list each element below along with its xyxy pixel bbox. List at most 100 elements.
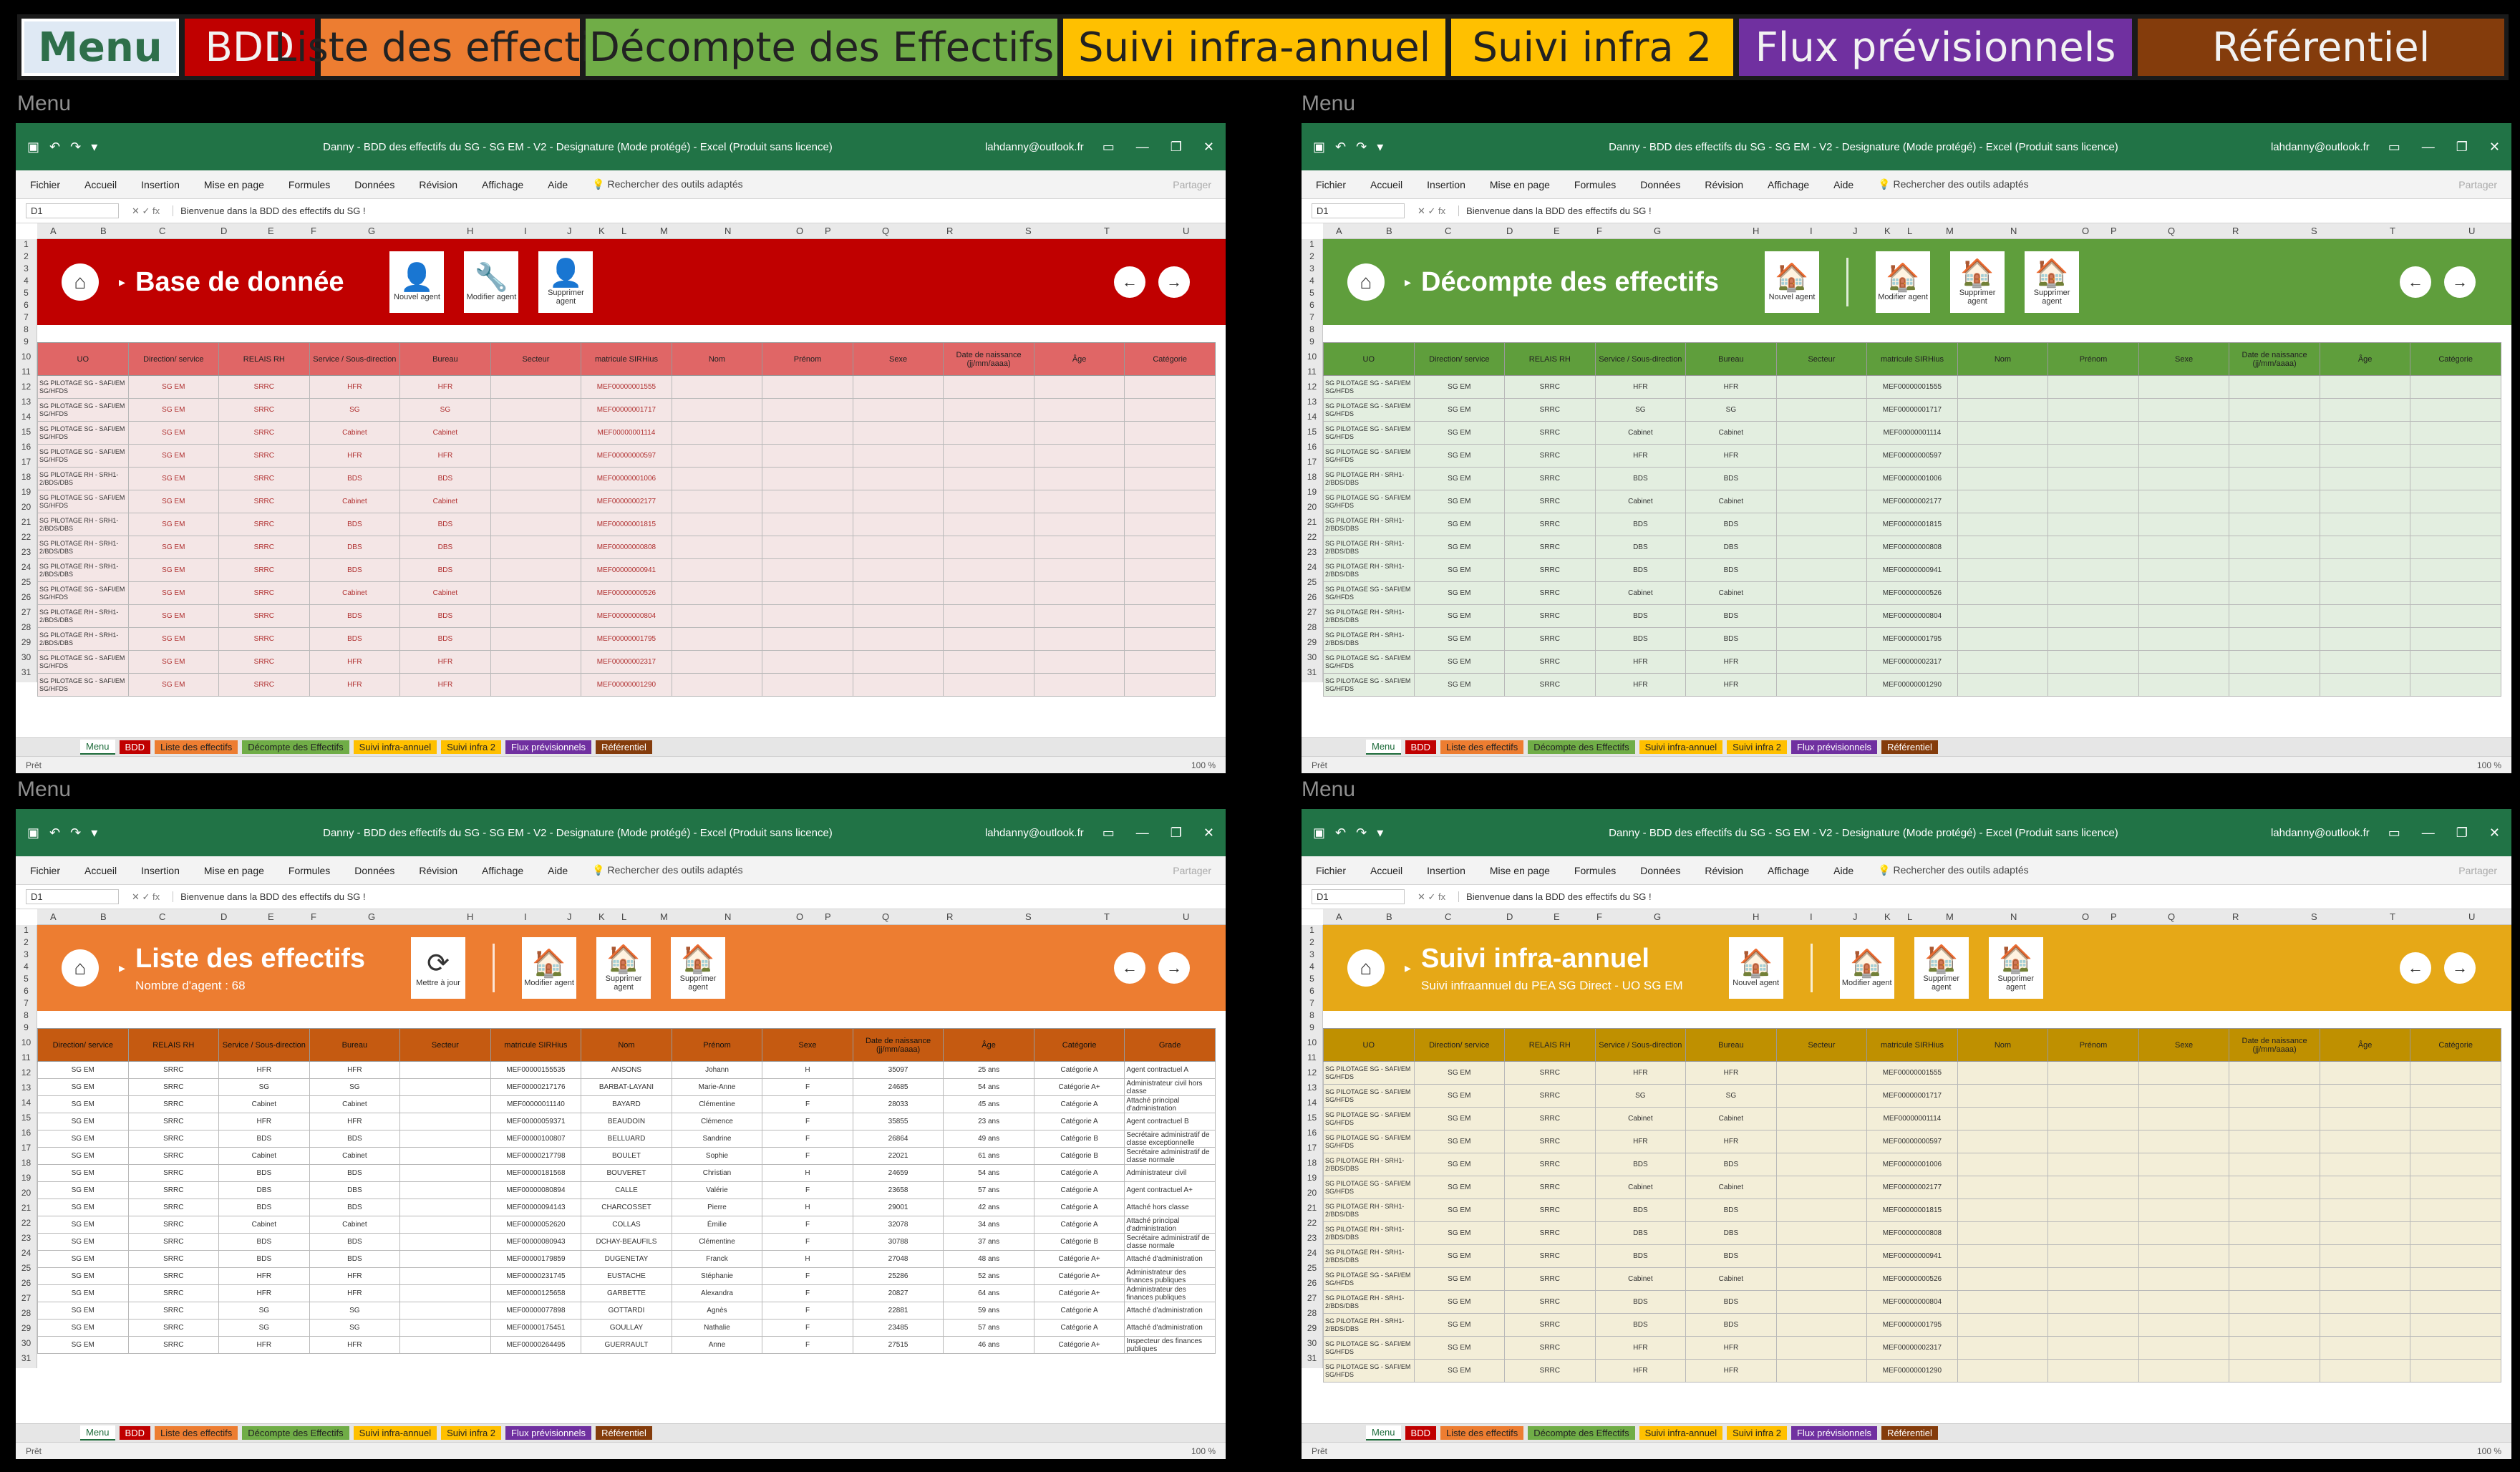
table-cell[interactable]: SG EM	[1413, 398, 1506, 422]
column-header[interactable]: D	[220, 226, 227, 236]
formula-input[interactable]: Bienvenue dans la BDD des effectifs du S…	[1458, 205, 2501, 216]
column-header[interactable]: A	[50, 911, 57, 922]
table-cell[interactable]: MEF00000011140	[490, 1095, 582, 1113]
row-header[interactable]: 3	[1302, 263, 1322, 276]
ribbon-tab[interactable]: Révision	[1705, 179, 1743, 190]
table-cell[interactable]: SG EM	[37, 1284, 129, 1302]
table-cell[interactable]: HFR	[1685, 1336, 1777, 1360]
table-cell[interactable]: F	[762, 1113, 853, 1130]
table-cell[interactable]: MEF00000001290	[1866, 1359, 1958, 1383]
table-cell[interactable]: SRRC	[127, 1216, 220, 1234]
table-cell[interactable]	[2138, 1244, 2230, 1268]
column-header[interactable]: T	[2390, 911, 2395, 922]
sheet-tab[interactable]: Suivi infra 2	[1727, 1426, 1788, 1440]
table-cell[interactable]: HFR	[399, 375, 491, 399]
table-cell[interactable]	[1957, 1336, 2049, 1360]
table-cell[interactable]	[490, 444, 582, 468]
column-header[interactable]: Q	[882, 911, 889, 922]
row-header[interactable]: 15	[1302, 1113, 1322, 1128]
table-cell[interactable]: MEF00000000808	[1866, 1221, 1958, 1245]
row-header[interactable]: 28	[1302, 622, 1322, 637]
column-header-cell[interactable]: Direction/ service	[37, 1028, 129, 1062]
column-header[interactable]: G	[1654, 911, 1661, 922]
table-cell[interactable]	[1957, 467, 2049, 490]
table-cell[interactable]	[2229, 1061, 2320, 1085]
column-header-cell[interactable]: Catégorie	[1033, 1028, 1125, 1062]
table-cell[interactable]	[671, 581, 763, 605]
column-header[interactable]: C	[159, 911, 165, 922]
table-cell[interactable]: 24659	[852, 1164, 944, 1182]
table-cell[interactable]: 23658	[852, 1181, 944, 1199]
table-cell[interactable]: SRRC	[218, 444, 310, 468]
table-cell[interactable]	[490, 581, 582, 605]
ribbon-tab[interactable]: Insertion	[141, 179, 180, 190]
table-cell[interactable]: HFR	[309, 1336, 401, 1354]
row-header[interactable]: 3	[16, 263, 37, 276]
row-header[interactable]: 10	[16, 1037, 37, 1052]
action-button[interactable]: 🏠 Nouvel agent	[1765, 251, 1820, 313]
save-icon[interactable]: ▣	[1313, 140, 1325, 155]
row-header[interactable]: 20	[16, 502, 37, 517]
table-cell[interactable]: SRRC	[1504, 1084, 1596, 1108]
table-cell[interactable]: SRRC	[1504, 513, 1596, 536]
column-header[interactable]: C	[159, 226, 165, 236]
table-cell[interactable]: BDS	[309, 627, 401, 651]
table-cell[interactable]: SG PILOTAGE SG - SAFI/EM SG/HFDS	[1323, 650, 1415, 674]
table-cell[interactable]: 20827	[852, 1284, 944, 1302]
table-cell[interactable]: SG EM	[1413, 650, 1506, 674]
table-cell[interactable]: SRRC	[218, 627, 310, 651]
table-cell[interactable]	[2138, 581, 2230, 605]
table-cell[interactable]: Cabinet	[1685, 581, 1777, 605]
table-cell[interactable]	[490, 421, 582, 445]
table-cell[interactable]	[2319, 513, 2411, 536]
row-header[interactable]: 30	[1302, 652, 1322, 667]
table-cell[interactable]: SRRC	[218, 536, 310, 559]
table-row[interactable]: SG PILOTAGE RH - SRH1-2/BDS/DBS SG EM SRRC…	[1323, 536, 2501, 559]
table-cell[interactable]	[2229, 673, 2320, 697]
table-cell[interactable]: SRRC	[1504, 1061, 1596, 1085]
home-button[interactable]: ⌂	[1347, 949, 1385, 987]
sheet-tab[interactable]: Suivi infra-annuel	[353, 740, 437, 754]
table-row[interactable]: SG PILOTAGE SG - SAFI/EM SG/HFDS SG EM SRR…	[1323, 444, 2501, 468]
sheet-tab[interactable]: Suivi infra-annuel	[353, 1426, 437, 1440]
table-cell[interactable]: Cabinet	[1594, 421, 1687, 445]
table-cell[interactable]	[1957, 1267, 2049, 1291]
table-cell[interactable]: DBS	[218, 1181, 310, 1199]
table-cell[interactable]: SRRC	[127, 1130, 220, 1148]
table-cell[interactable]: 49 ans	[943, 1130, 1034, 1148]
table-cell[interactable]: HFR	[218, 1284, 310, 1302]
column-header[interactable]: J	[1853, 226, 1858, 236]
table-cell[interactable]: DUGENETAY	[581, 1250, 672, 1268]
table-cell[interactable]: Attaché d'administration	[1124, 1302, 1216, 1320]
table-cell[interactable]: SRRC	[218, 558, 310, 582]
column-header-cell[interactable]: matricule SIRHius	[490, 1028, 582, 1062]
table-cell[interactable]: F	[762, 1078, 853, 1096]
table-cell[interactable]	[1775, 467, 1868, 490]
table-cell[interactable]: SG PILOTAGE RH - SRH1-2/BDS/DBS	[1323, 467, 1415, 490]
table-cell[interactable]	[1957, 1176, 2049, 1199]
table-cell[interactable]	[399, 1164, 491, 1182]
ribbon-tab[interactable]: Insertion	[1427, 179, 1465, 190]
row-header[interactable]: 16	[1302, 442, 1322, 457]
row-header[interactable]: 21	[1302, 517, 1322, 532]
ribbon-tab[interactable]: Insertion	[141, 865, 180, 876]
column-header[interactable]: U	[2468, 226, 2475, 236]
table-cell[interactable]	[2229, 421, 2320, 445]
table-cell[interactable]: Catégorie A	[1033, 1061, 1125, 1079]
table-cell[interactable]	[1775, 627, 1868, 651]
table-cell[interactable]	[2229, 375, 2320, 399]
table-cell[interactable]	[2319, 1336, 2411, 1360]
row-header[interactable]: 24	[1302, 1248, 1322, 1263]
table-cell[interactable]: BDS	[1594, 627, 1687, 651]
row-header[interactable]: 5	[1302, 974, 1322, 986]
row-header[interactable]: 18	[16, 472, 37, 487]
table-cell[interactable]	[1033, 581, 1125, 605]
table-cell[interactable]	[2048, 490, 2139, 513]
table-cell[interactable]: SG EM	[37, 1130, 129, 1148]
row-header[interactable]: 1	[1302, 239, 1322, 251]
table-cell[interactable]	[943, 673, 1034, 697]
row-header[interactable]: 23	[1302, 1233, 1322, 1248]
table-cell[interactable]: BDS	[1685, 1290, 1777, 1314]
table-cell[interactable]	[2229, 558, 2320, 582]
table-cell[interactable]: Attaché principal d'administration	[1124, 1216, 1216, 1234]
